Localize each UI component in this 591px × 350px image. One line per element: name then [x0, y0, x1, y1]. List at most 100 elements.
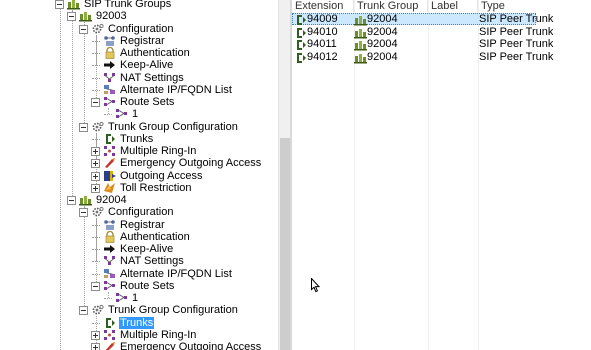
tree-node-emergency-outgoing-access[interactable]: Emergency Outgoing Access: [0, 157, 278, 169]
network-icon: [103, 84, 117, 96]
tree-node-trunk-group-configuration[interactable]: Trunk Group Configuration: [0, 304, 278, 316]
column-header-trunk-group[interactable]: Trunk Group: [354, 0, 428, 12]
tree-node-registrar[interactable]: Registrar: [0, 219, 278, 231]
tree-node-label: SIP Trunk Groups: [84, 0, 172, 10]
column-header-type[interactable]: Type: [478, 0, 591, 12]
expand-toggle-icon[interactable]: [91, 157, 101, 169]
collapse-toggle-icon[interactable]: [79, 206, 89, 218]
collapse-toggle-icon[interactable]: [79, 23, 89, 35]
arrow-right-icon: [103, 243, 117, 255]
nat-icon: [103, 72, 117, 84]
tree-node-route-set-1[interactable]: 1: [0, 108, 278, 120]
collapse-toggle-icon[interactable]: [55, 0, 65, 10]
column-header-extension[interactable]: Extension: [292, 0, 354, 12]
cell-trunk-group-text: 92004: [367, 25, 398, 38]
tree-node-trunks[interactable]: Trunks: [0, 133, 278, 145]
tree-node-92004[interactable]: 92004: [0, 194, 278, 206]
tree-node-registrar[interactable]: Registrar: [0, 35, 278, 47]
trunk-icon: [294, 52, 306, 63]
tree-node-multiple-ring-in[interactable]: Multiple Ring-In: [0, 329, 278, 341]
tree-node-label: Authentication: [120, 230, 190, 243]
expand-toggle-icon[interactable]: [91, 182, 101, 194]
expand-toggle-icon[interactable]: [91, 145, 101, 157]
gear-icon: [91, 304, 105, 316]
emergency-icon: [103, 157, 117, 169]
cell-extension-text: 94011: [307, 38, 337, 50]
list-row[interactable]: 94009 92004 SIP Peer Trunk: [292, 13, 591, 26]
mouse-cursor-icon: [311, 277, 321, 296]
trunk-group-icon: [354, 52, 367, 63]
tree-node-label: Outgoing Access: [120, 169, 203, 182]
tree-node-sip-trunk-groups[interactable]: SIP Trunk Groups: [0, 0, 278, 10]
trunk-group-icon: [79, 194, 93, 206]
collapse-toggle-icon[interactable]: [79, 121, 89, 133]
tree-scrollbar-thumb[interactable]: [280, 138, 290, 350]
collapse-toggle-icon[interactable]: [91, 96, 101, 108]
tree-node-trunk-group-configuration[interactable]: Trunk Group Configuration: [0, 121, 278, 133]
collapse-toggle-icon[interactable]: [79, 304, 89, 316]
list-row[interactable]: 94011 92004 SIP Peer Trunk: [292, 38, 591, 51]
nat-icon: [103, 255, 117, 267]
tree-node-authentication[interactable]: Authentication: [0, 230, 278, 243]
tree-node-label: 92004: [96, 194, 127, 206]
tree-node-keep-alive[interactable]: Keep-Alive: [0, 243, 278, 255]
tree-node-label: Registrar: [120, 218, 165, 231]
cell-extension-text: 94010: [307, 25, 338, 38]
expand-toggle-icon[interactable]: [91, 329, 101, 341]
collapse-toggle-icon[interactable]: [91, 280, 101, 292]
tree-node-label: Configuration: [108, 206, 174, 219]
tree-node-emergency-outgoing-access[interactable]: Emergency Outgoing Access: [0, 341, 278, 350]
cell-trunk-group-text: 92004: [367, 38, 398, 50]
cell-trunk-group-text: 92004: [367, 13, 398, 25]
emergency-icon: [103, 341, 117, 350]
tree-node-label: Trunks: [120, 132, 154, 145]
arrow-right-icon: [103, 59, 117, 71]
tree-node-configuration[interactable]: Configuration: [0, 23, 278, 35]
tree-node-route-sets[interactable]: Route Sets: [0, 96, 278, 108]
tree-node-nat-settings[interactable]: NAT Settings: [0, 255, 278, 267]
tree-node-label: Emergency Outgoing Access: [120, 157, 262, 170]
tree-node-nat-settings[interactable]: NAT Settings: [0, 72, 278, 84]
gear-icon: [91, 121, 105, 133]
tree-node-label: Keep-Alive: [120, 59, 174, 72]
ring-icon: [103, 329, 117, 341]
cell-extension-text: 94012: [307, 50, 338, 63]
tree-node-92003[interactable]: 92003: [0, 10, 278, 22]
cell-type-text: SIP Peer Trunk: [479, 25, 554, 38]
tree-node-label: Trunk Group Configuration: [108, 304, 238, 317]
tree-node-route-sets[interactable]: Route Sets: [0, 280, 278, 292]
column-header-label[interactable]: Label: [428, 0, 478, 12]
collapse-toggle-icon[interactable]: [67, 10, 77, 22]
tree-node-trunks[interactable]: Trunks: [0, 316, 278, 329]
trunk-list[interactable]: Extension Trunk Group Label Type 94009 92…: [292, 0, 591, 350]
tree-node-label: Trunks: [119, 316, 155, 329]
list-row[interactable]: 94010 92004 SIP Peer Trunk: [292, 26, 591, 39]
list-row[interactable]: 94012 92004 SIP Peer Trunk: [292, 51, 591, 64]
expand-toggle-icon[interactable]: [91, 341, 101, 350]
tree-node-keep-alive[interactable]: Keep-Alive: [0, 59, 278, 71]
tree-node-outgoing-access[interactable]: Outgoing Access: [0, 170, 278, 182]
navigation-tree[interactable]: SIP Trunk Groups 92003 Configuration Regist…: [0, 0, 278, 350]
tree-node-multiple-ring-in[interactable]: Multiple Ring-In: [0, 145, 278, 157]
tree-node-label: Registrar: [120, 34, 165, 47]
tree-node-authentication[interactable]: Authentication: [0, 47, 278, 59]
tree-node-label: Authentication: [120, 47, 190, 59]
tree-node-label: Toll Restriction: [120, 181, 192, 194]
trunk-group-icon: [354, 39, 367, 51]
tree-node-label: 1: [132, 292, 139, 304]
tree-node-toll-restriction[interactable]: Toll Restriction: [0, 182, 278, 194]
network-icon: [103, 268, 117, 280]
trunk-group-icon: [79, 10, 93, 22]
collapse-toggle-icon[interactable]: [67, 194, 77, 206]
trunk-icon: [103, 133, 117, 145]
tree-node-alternate-ip[interactable]: Alternate IP/FQDN List: [0, 84, 278, 96]
tree-node-alternate-ip[interactable]: Alternate IP/FQDN List: [0, 268, 278, 280]
cell-type-text: SIP Peer Trunk: [479, 50, 554, 63]
tree-node-label: Emergency Outgoing Access: [120, 341, 262, 350]
expand-toggle-icon[interactable]: [91, 170, 101, 182]
tree-node-label: Route Sets: [120, 96, 175, 108]
gear-icon: [91, 23, 105, 35]
tree-node-configuration[interactable]: Configuration: [0, 206, 278, 218]
trunk-group-icon: [354, 14, 367, 26]
tree-node-route-set-1[interactable]: 1: [0, 292, 278, 304]
